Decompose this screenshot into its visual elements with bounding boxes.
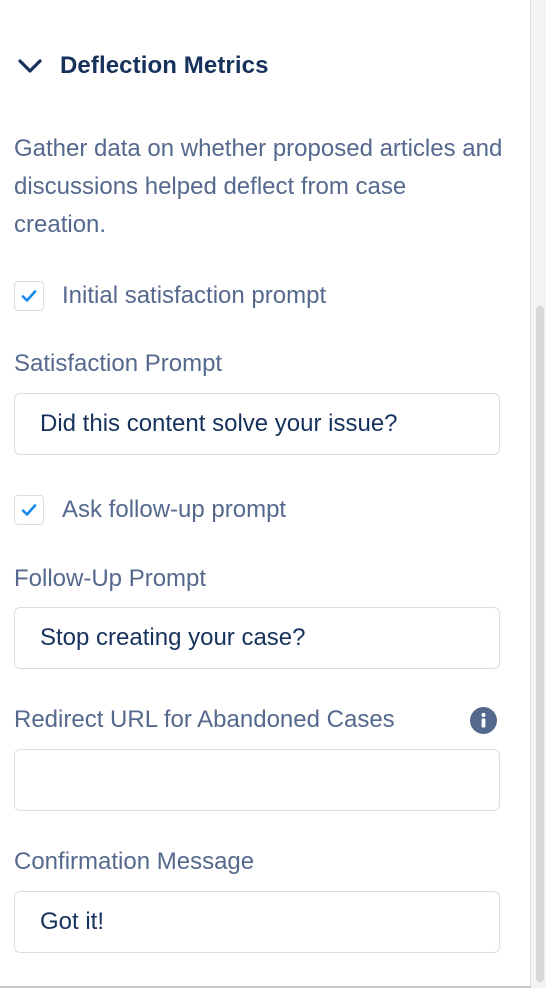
follow-up-prompt-input[interactable] bbox=[14, 607, 500, 669]
follow-up-checkbox-row[interactable]: Ask follow-up prompt bbox=[14, 493, 286, 527]
section-description: Gather data on whether proposed articles… bbox=[14, 135, 503, 238]
follow-up-prompt-label: Follow-Up Prompt bbox=[14, 565, 207, 592]
follow-up-label: Ask follow-up prompt bbox=[62, 496, 287, 523]
section-header[interactable]: Deflection Metrics bbox=[16, 46, 269, 86]
confirmation-message-input[interactable] bbox=[14, 891, 500, 953]
scrollbar-track[interactable] bbox=[530, 0, 546, 988]
confirmation-message-label: Confirmation Message bbox=[14, 848, 255, 875]
redirect-url-input[interactable] bbox=[14, 749, 500, 811]
checkmark-icon bbox=[21, 504, 37, 516]
deflection-metrics-panel: Deflection Metrics Gather data on whethe… bbox=[0, 0, 546, 988]
initial-satisfaction-label: Initial satisfaction prompt bbox=[62, 282, 327, 309]
info-icon[interactable] bbox=[470, 707, 497, 734]
scrollbar-thumb[interactable] bbox=[536, 306, 544, 982]
initial-satisfaction-checkbox-row[interactable]: Initial satisfaction prompt bbox=[14, 279, 326, 313]
satisfaction-prompt-input[interactable] bbox=[14, 393, 500, 455]
redirect-url-label: Redirect URL for Abandoned Cases bbox=[14, 706, 395, 733]
satisfaction-prompt-label: Satisfaction Prompt bbox=[14, 350, 223, 377]
initial-satisfaction-checkbox[interactable] bbox=[14, 281, 44, 311]
chevron-down-icon[interactable] bbox=[16, 52, 44, 80]
follow-up-checkbox[interactable] bbox=[14, 495, 44, 525]
checkmark-icon bbox=[21, 290, 37, 302]
section-title: Deflection Metrics bbox=[60, 52, 269, 79]
